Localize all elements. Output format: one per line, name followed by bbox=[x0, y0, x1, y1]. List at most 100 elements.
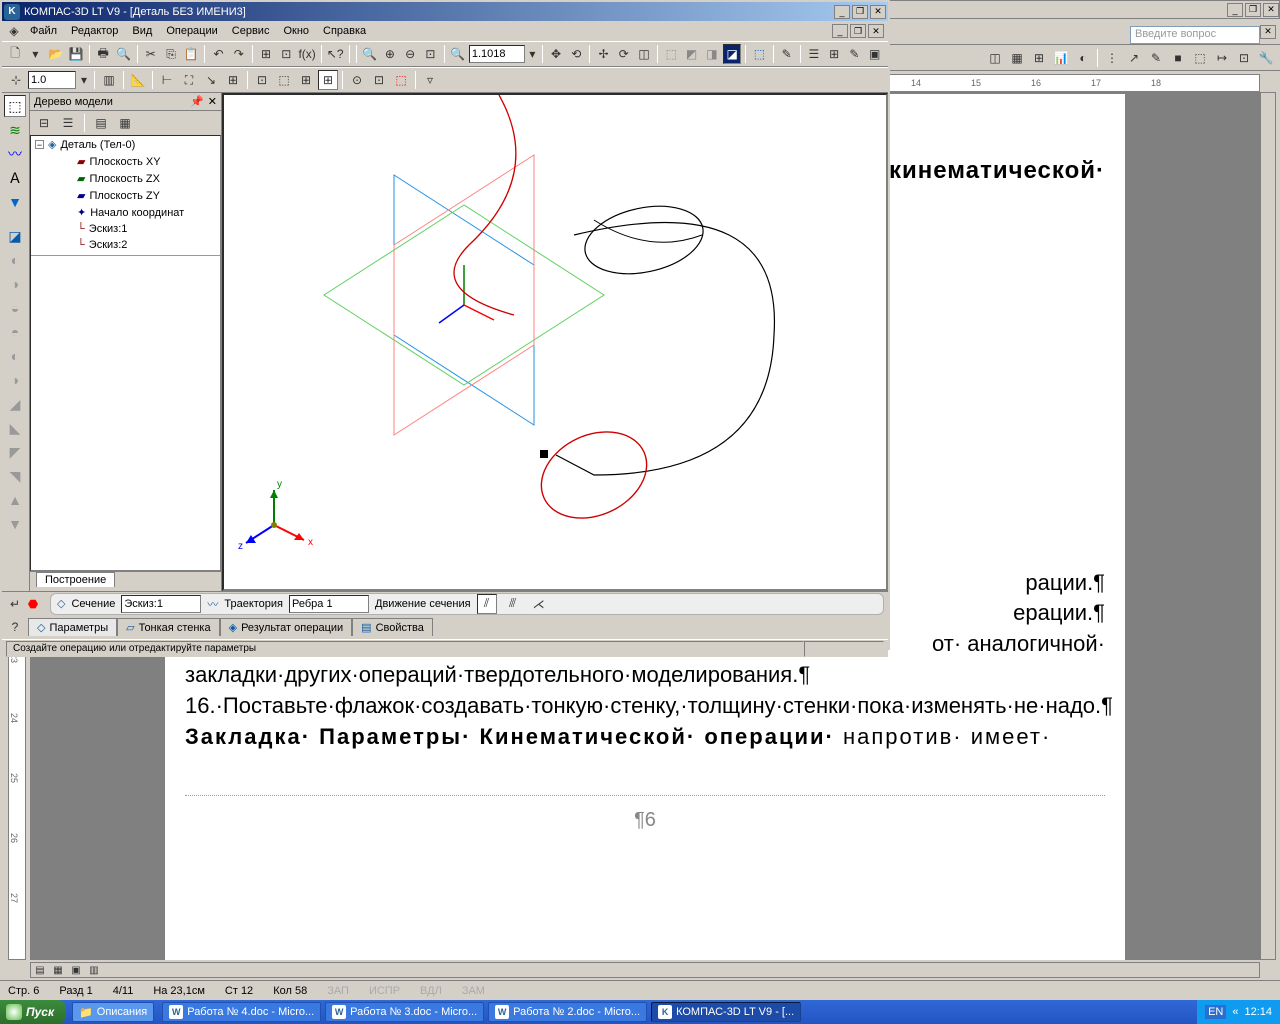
dim-tool-icon[interactable]: Ａ bbox=[4, 167, 26, 189]
sketch-edit-icon[interactable]: ▣ bbox=[866, 44, 884, 64]
section-input[interactable] bbox=[121, 595, 201, 613]
zoom-whole-icon[interactable]: 🔍 bbox=[361, 44, 379, 64]
preview-icon[interactable]: 🔍 bbox=[114, 44, 132, 64]
grid-icon[interactable]: ⊞ bbox=[223, 70, 243, 90]
taskbar-task[interactable]: WРабота № 3.doc - Micro... bbox=[325, 1002, 484, 1022]
mdi-restore[interactable]: ❐ bbox=[850, 24, 866, 38]
wireframe-icon[interactable]: ⬚ bbox=[662, 44, 680, 64]
tool-icon[interactable]: ↦ bbox=[1212, 48, 1232, 68]
op2-icon[interactable]: ◑ bbox=[4, 273, 26, 295]
taskbar-task[interactable]: WРабота № 2.doc - Micro... bbox=[488, 1002, 647, 1022]
redraw-icon[interactable]: ☰ bbox=[805, 44, 823, 64]
apply-icon[interactable]: ↵ bbox=[6, 596, 24, 612]
snap-icon[interactable]: ⊹ bbox=[6, 70, 26, 90]
system-menu-icon[interactable]: ◈ bbox=[6, 21, 22, 41]
tool-icon[interactable]: ⊡ bbox=[1234, 48, 1254, 68]
curve-tool-icon[interactable]: 〰 bbox=[4, 143, 26, 165]
save-icon[interactable]: 💾 bbox=[67, 44, 85, 64]
copy-icon[interactable]: ⎘ bbox=[162, 44, 180, 64]
zoom-dropdown-icon[interactable]: ▾ bbox=[527, 44, 538, 64]
system-tray[interactable]: EN « 12:14 bbox=[1197, 1000, 1280, 1024]
align1-icon[interactable]: ⊢ bbox=[157, 70, 177, 90]
tree-item[interactable]: └Эскиз:2 bbox=[31, 237, 220, 253]
tool-icon[interactable]: ↗ bbox=[1124, 48, 1144, 68]
op10-icon[interactable]: ◥ bbox=[4, 465, 26, 487]
tree-item[interactable]: ▰Плоскость ZX bbox=[31, 170, 220, 187]
osnap1-icon[interactable]: ⊙ bbox=[347, 70, 367, 90]
op1-icon[interactable]: ◐ bbox=[4, 249, 26, 271]
hidden-icon[interactable]: ◩ bbox=[682, 44, 700, 64]
zoom-out-icon[interactable]: ⊖ bbox=[401, 44, 419, 64]
op11-icon[interactable]: ▲ bbox=[4, 489, 26, 511]
prop-tab-parameters[interactable]: ◇Параметры bbox=[28, 618, 117, 636]
motion-opt1-icon[interactable]: ⫽ bbox=[477, 594, 497, 614]
clock[interactable]: 12:14 bbox=[1244, 1006, 1272, 1018]
tool-icon[interactable]: ◐ bbox=[1073, 48, 1093, 68]
taskbar-task[interactable]: KКОМПАС-3D LT V9 - [... bbox=[651, 1002, 801, 1022]
redo-icon[interactable]: ↷ bbox=[230, 44, 248, 64]
tree-mode3-icon[interactable]: ▤ bbox=[91, 113, 111, 133]
move-icon[interactable]: ✢ bbox=[594, 44, 612, 64]
select-tool-icon[interactable]: ⬚ bbox=[4, 95, 26, 117]
wire-icon[interactable]: ⊞ bbox=[825, 44, 843, 64]
tool-icon[interactable]: ✎ bbox=[1146, 48, 1166, 68]
mdi-close[interactable]: ✕ bbox=[868, 24, 884, 38]
coord-icon[interactable]: ▿ bbox=[420, 70, 440, 90]
help-icon[interactable]: ? bbox=[6, 618, 24, 636]
edit-icon[interactable]: ✎ bbox=[845, 44, 863, 64]
menu-operations[interactable]: Операции bbox=[160, 23, 223, 39]
tool-icon[interactable]: ⬚ bbox=[1190, 48, 1210, 68]
shaded-icon[interactable]: ◨ bbox=[703, 44, 721, 64]
tray-expand-icon[interactable]: « bbox=[1232, 1006, 1238, 1018]
filter-tool-icon[interactable]: ▼ bbox=[4, 191, 26, 213]
op3-icon[interactable]: ◒ bbox=[4, 297, 26, 319]
motion-opt2-icon[interactable]: ⫻ bbox=[503, 594, 523, 614]
tool-icon[interactable]: ▦ bbox=[1007, 48, 1027, 68]
dropdown-icon[interactable]: ▾ bbox=[26, 44, 44, 64]
lang-indicator[interactable]: EN bbox=[1205, 1005, 1226, 1019]
cad-minimize-button[interactable]: _ bbox=[834, 5, 850, 19]
orient-icon[interactable]: ◫ bbox=[635, 44, 653, 64]
word-restore[interactable]: ❐ bbox=[1245, 3, 1261, 17]
op12-icon[interactable]: ▼ bbox=[4, 513, 26, 535]
rotate-icon[interactable]: ⟳ bbox=[615, 44, 633, 64]
osnap2-icon[interactable]: ⊡ bbox=[369, 70, 389, 90]
zoom-prev-icon[interactable]: ⟲ bbox=[567, 44, 585, 64]
word-close[interactable]: ✕ bbox=[1263, 3, 1279, 17]
tree-mode4-icon[interactable]: ▦ bbox=[115, 113, 135, 133]
view-outline-icon[interactable]: ▥ bbox=[85, 963, 103, 977]
word-vscrollbar[interactable] bbox=[1260, 92, 1276, 960]
align3-icon[interactable]: ↘ bbox=[201, 70, 221, 90]
print-icon[interactable]: 🖶 bbox=[94, 44, 112, 64]
start-button[interactable]: Пуск bbox=[0, 1000, 66, 1024]
zoom-in-icon[interactable]: ⊕ bbox=[381, 44, 399, 64]
op5-icon[interactable]: ◐ bbox=[4, 345, 26, 367]
layer-icon[interactable]: ▥ bbox=[99, 70, 119, 90]
simplify-icon[interactable]: ✎ bbox=[778, 44, 796, 64]
sel2-icon[interactable]: ⬚ bbox=[274, 70, 294, 90]
shaded-edge-icon[interactable]: ◪ bbox=[723, 44, 741, 64]
zoom-input[interactable] bbox=[469, 45, 525, 63]
sel3-icon[interactable]: ⊞ bbox=[296, 70, 316, 90]
tree-pin-icon[interactable]: 📌 bbox=[190, 95, 204, 108]
tool-icon[interactable]: 🔧 bbox=[1256, 48, 1276, 68]
motion-opt3-icon[interactable]: ⋌ bbox=[529, 594, 549, 614]
tree-item[interactable]: ▰Плоскость ZY bbox=[31, 187, 220, 204]
new-icon[interactable]: 🗋 bbox=[6, 44, 24, 64]
sel1-icon[interactable]: ⊡ bbox=[252, 70, 272, 90]
edge-tool-icon[interactable]: ≋ bbox=[4, 119, 26, 141]
trajectory-input[interactable] bbox=[289, 595, 369, 613]
variables-icon[interactable]: ⊡ bbox=[277, 44, 295, 64]
align2-icon[interactable]: ⛶ bbox=[179, 70, 199, 90]
op7-icon[interactable]: ◢ bbox=[4, 393, 26, 415]
fx-icon[interactable]: f(x) bbox=[297, 44, 316, 64]
cad-viewport[interactable]: y x z bbox=[222, 93, 888, 591]
tool-icon[interactable]: ■ bbox=[1168, 48, 1188, 68]
tool-icon[interactable]: ⊞ bbox=[1029, 48, 1049, 68]
cad-restore-button[interactable]: ❐ bbox=[852, 5, 868, 19]
undo-icon[interactable]: ↶ bbox=[209, 44, 227, 64]
word-help-close[interactable]: ✕ bbox=[1260, 25, 1276, 39]
open-icon[interactable]: 📂 bbox=[47, 44, 65, 64]
cut-icon[interactable]: ✂ bbox=[142, 44, 160, 64]
stop-icon[interactable]: ⬣ bbox=[24, 596, 42, 612]
